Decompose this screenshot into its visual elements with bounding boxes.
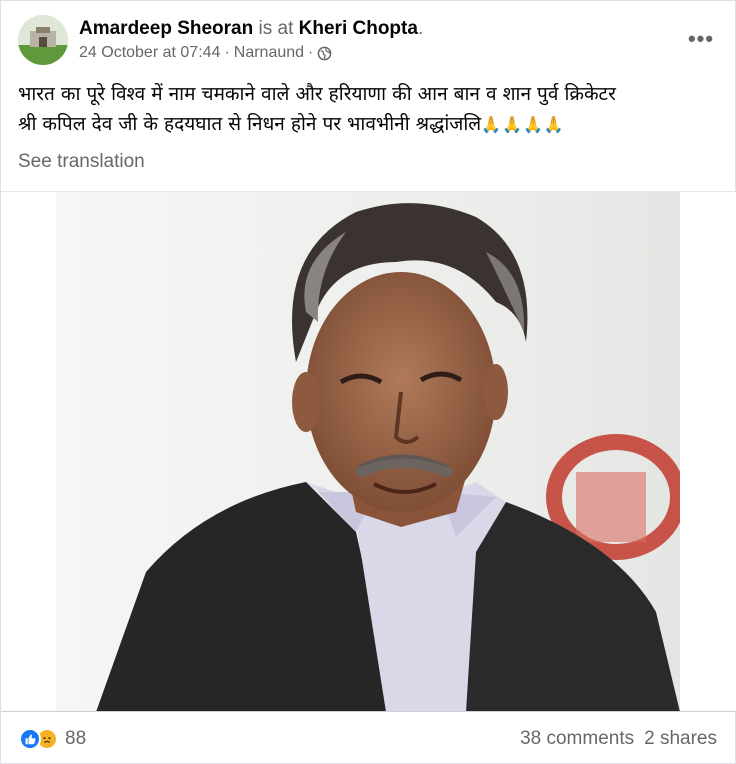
author-name[interactable]: Amardeep Sheoran bbox=[79, 18, 253, 39]
see-translation-link[interactable]: See translation bbox=[18, 151, 145, 173]
checkin-location[interactable]: Kheri Chopta bbox=[299, 18, 418, 39]
author-line: Amardeep Sheoran is at Kheri Chopta. bbox=[79, 17, 423, 41]
checkin-connector: is at bbox=[258, 18, 294, 39]
post-text: भारत का पूरे विश्व में नाम चमकाने वाले औ… bbox=[18, 79, 723, 140]
post-header: Amardeep Sheoran is at Kheri Chopta. 24 … bbox=[18, 15, 721, 67]
more-icon: ••• bbox=[687, 26, 715, 51]
reaction-summary[interactable]: 88 bbox=[19, 728, 86, 750]
post-timestamp[interactable]: 24 October at 07:44 bbox=[79, 44, 220, 62]
post-photo[interactable] bbox=[56, 192, 680, 712]
post-meta: Amardeep Sheoran is at Kheri Chopta. 24 … bbox=[79, 17, 423, 62]
post-photo-container bbox=[1, 191, 736, 712]
avatar-image bbox=[18, 15, 68, 65]
shares-count-link[interactable]: 2 shares bbox=[644, 728, 717, 750]
post-card: Amardeep Sheoran is at Kheri Chopta. 24 … bbox=[0, 0, 736, 764]
post-place[interactable]: Narnaund bbox=[234, 44, 304, 62]
avatar[interactable] bbox=[18, 15, 68, 65]
like-icon bbox=[19, 728, 41, 750]
reaction-count: 88 bbox=[65, 728, 87, 749]
post-subline: 24 October at 07:44 · Narnaund · bbox=[79, 44, 423, 62]
engagement-bar: 88 38 comments 2 shares bbox=[1, 711, 736, 764]
comments-count-link[interactable]: 38 comments bbox=[520, 728, 634, 750]
portrait-image bbox=[56, 192, 680, 712]
folded-hands-emoji: 🙏🙏🙏🙏 bbox=[481, 115, 565, 134]
engagement-counts: 38 comments 2 shares bbox=[520, 728, 717, 750]
subline-separator: · bbox=[224, 44, 230, 61]
subline-separator: · bbox=[308, 44, 314, 61]
globe-icon[interactable] bbox=[317, 46, 332, 61]
post-text-line: भारत का पूरे विश्व में नाम चमकाने वाले औ… bbox=[18, 83, 616, 105]
post-text-line: श्री कपिल देव जी के हदयघात से निधन होने … bbox=[18, 109, 723, 140]
location-suffix: . bbox=[417, 18, 424, 39]
more-options-button[interactable]: ••• bbox=[683, 21, 719, 57]
post-text-line-2: श्री कपिल देव जी के हदयघात से निधन होने … bbox=[18, 113, 482, 135]
